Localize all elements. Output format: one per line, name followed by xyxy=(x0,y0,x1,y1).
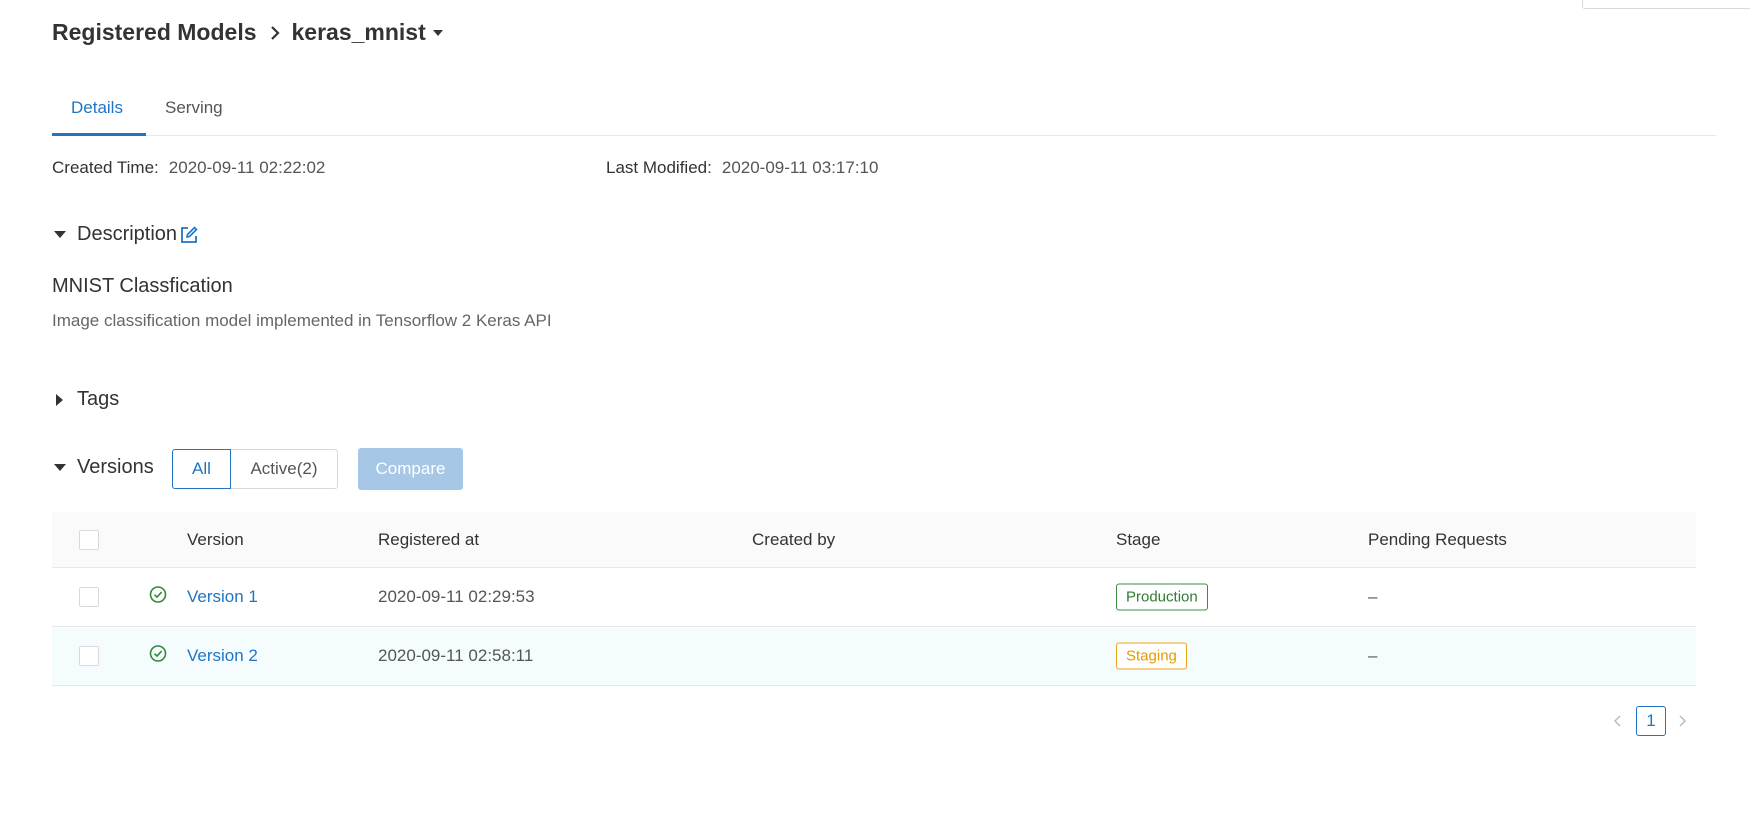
column-header-created-by: Created by xyxy=(752,529,836,549)
versions-section-toggle[interactable]: Versions xyxy=(52,456,154,479)
breadcrumb: Registered Models keras_mnist xyxy=(52,19,444,46)
tab-details[interactable]: Details xyxy=(71,98,123,118)
column-header-version: Version xyxy=(187,529,244,549)
registered-at-value: 2020-09-11 02:29:53 xyxy=(378,587,535,606)
last-modified-value: 2020-09-11 03:17:10 xyxy=(721,158,879,177)
last-modified-label: Last Modified: xyxy=(606,158,712,177)
caret-down-icon[interactable] xyxy=(432,29,444,37)
select-all-checkbox[interactable] xyxy=(79,529,99,550)
column-header-registered-at: Registered at xyxy=(378,529,480,549)
column-header-stage: Stage xyxy=(1116,529,1161,549)
row-checkbox[interactable] xyxy=(79,587,99,607)
description-section-toggle[interactable]: Description xyxy=(52,223,199,246)
edit-icon[interactable] xyxy=(179,225,199,245)
description-title: MNIST Classfication xyxy=(52,275,233,297)
filter-active-button[interactable]: Active(2) xyxy=(230,449,338,489)
created-time-value: 2020-09-11 02:22:02 xyxy=(168,158,326,177)
tags-header: Tags xyxy=(77,388,120,410)
breadcrumb-current-model[interactable]: keras_mnist xyxy=(292,19,426,46)
created-time: Created Time: 2020-09-11 02:22:02 xyxy=(52,158,325,178)
versions-header: Versions xyxy=(77,456,154,478)
tags-section-toggle[interactable]: Tags xyxy=(52,388,119,411)
pending-requests-value: – xyxy=(1368,646,1378,665)
last-modified: Last Modified: 2020-09-11 03:17:10 xyxy=(606,158,878,178)
pagination-next-icon[interactable] xyxy=(1676,706,1688,736)
pagination-prev-icon[interactable] xyxy=(1612,706,1624,736)
breadcrumb-parent-link[interactable]: Registered Models xyxy=(52,19,257,46)
tab-serving[interactable]: Serving xyxy=(165,98,223,118)
column-header-pending-requests: Pending Requests xyxy=(1368,529,1507,549)
caret-right-icon xyxy=(56,393,63,406)
row-checkbox[interactable] xyxy=(79,646,99,666)
table-header-row: Version Registered at Created by Stage P… xyxy=(52,512,1696,568)
stage-label: Staging xyxy=(1116,642,1187,670)
stage-badge: Staging xyxy=(1116,642,1187,670)
top-right-input-edge[interactable] xyxy=(1582,0,1750,9)
pagination-page-button[interactable]: 1 xyxy=(1636,706,1666,736)
active-tab-indicator xyxy=(52,133,146,136)
chevron-right-icon xyxy=(269,25,281,41)
caret-down-icon xyxy=(54,231,66,238)
table-row: Version 1 2020-09-11 02:29:53 Production… xyxy=(52,568,1696,627)
stage-badge: Production xyxy=(1116,583,1208,611)
created-time-label: Created Time: xyxy=(52,158,159,177)
description-body: Image classification model implemented i… xyxy=(52,311,552,330)
caret-down-icon xyxy=(54,464,66,471)
version-link[interactable]: Version 1 xyxy=(187,587,258,607)
version-link[interactable]: Version 2 xyxy=(187,646,258,666)
table-row: Version 2 2020-09-11 02:58:11 Staging – xyxy=(52,627,1696,686)
compare-button[interactable]: Compare xyxy=(358,448,463,490)
versions-table: Version Registered at Created by Stage P… xyxy=(52,512,1696,686)
filter-all-button[interactable]: All xyxy=(172,449,231,489)
stage-label: Production xyxy=(1116,583,1208,611)
pending-requests-value: – xyxy=(1368,587,1378,606)
check-circle-icon xyxy=(149,586,167,609)
registered-at-value: 2020-09-11 02:58:11 xyxy=(378,646,534,665)
check-circle-icon xyxy=(149,645,167,668)
description-header: Description xyxy=(77,223,178,245)
version-filter-group: All Active(2) xyxy=(172,449,338,489)
tab-bar: Details Serving xyxy=(52,80,1716,136)
